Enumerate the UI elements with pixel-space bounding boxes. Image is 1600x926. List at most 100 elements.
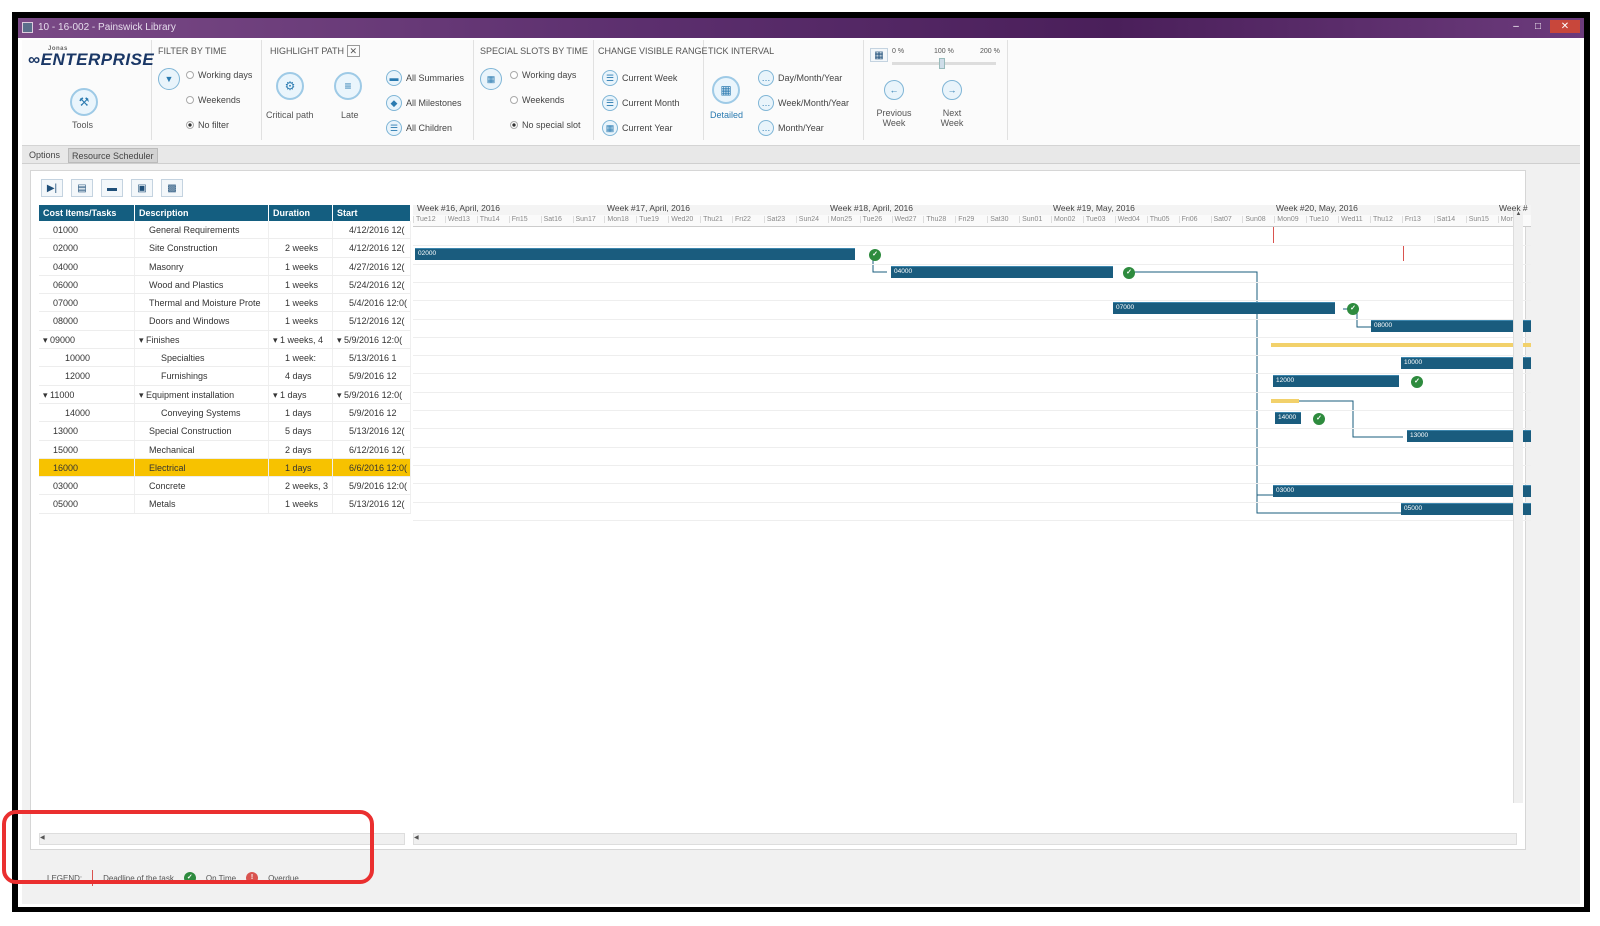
slot-working-days-radio[interactable]: Working days <box>510 70 576 80</box>
cell-id[interactable]: 04000 <box>39 257 135 275</box>
current-month-button[interactable]: ☰ Current Month <box>602 95 680 111</box>
image-export-icon[interactable]: ▣ <box>131 179 153 197</box>
cell-desc[interactable]: Site Construction <box>135 239 269 257</box>
special-slots-icon[interactable]: ▦ <box>480 68 502 90</box>
cell-desc[interactable]: Masonry <box>135 257 269 275</box>
expand-icon[interactable]: ▾ <box>139 390 146 400</box>
cell-start[interactable]: ▾ 5/9/2016 12:0( <box>333 330 411 349</box>
table-row[interactable]: 07000 Thermal and Moisture Prote 1 weeks 5/… <box>39 294 411 313</box>
column-header-description[interactable]: Description <box>135 205 269 221</box>
cell-dur[interactable]: 1 weeks <box>269 257 333 275</box>
next-week-icon[interactable]: → <box>942 80 962 100</box>
cell-dur[interactable] <box>269 221 333 239</box>
cell-desc[interactable]: Conveying Systems <box>135 403 269 422</box>
cell-desc[interactable]: Concrete <box>135 477 269 495</box>
cell-id[interactable]: 10000 <box>39 349 135 367</box>
gantt-bar-03000[interactable]: 03000 <box>1273 485 1531 497</box>
cell-dur[interactable]: 1 weeks <box>269 495 333 513</box>
gantt-horizontal-scrollbar[interactable]: ◀ <box>413 833 1517 845</box>
week-month-year-button[interactable]: … Week/Month/Year <box>758 95 849 111</box>
expand-icon[interactable]: ▾ <box>337 390 344 400</box>
cell-id[interactable]: 12000 <box>39 367 135 385</box>
table-row[interactable]: 15000 Mechanical 2 days 6/12/2016 12( <box>39 440 411 459</box>
all-summaries-button[interactable]: ▬ All Summaries <box>386 70 464 86</box>
table-row[interactable]: 14000 Conveying Systems 1 days 5/9/2016 12 <box>39 403 411 423</box>
cell-start[interactable]: ▾ 5/9/2016 12:0( <box>333 385 411 403</box>
cell-start[interactable]: 4/12/2016 12( <box>333 221 411 239</box>
table-row[interactable]: ▾ 11000 ▾ Equipment installation ▾ 1 days ▾… <box>39 385 411 404</box>
cell-start[interactable]: 5/4/2016 12:0( <box>333 294 411 312</box>
cell-id[interactable]: 03000 <box>39 477 135 495</box>
cell-desc[interactable]: Electrical <box>135 458 269 477</box>
cell-start[interactable]: 5/13/2016 12( <box>333 422 411 440</box>
cell-desc[interactable]: Doors and Windows <box>135 312 269 330</box>
all-milestones-button[interactable]: ◆ All Milestones <box>386 95 462 111</box>
cell-start[interactable]: 5/9/2016 12 <box>333 367 411 385</box>
cell-id[interactable]: 16000 <box>39 458 135 477</box>
slot-none-radio[interactable]: No special slot <box>510 120 581 130</box>
gantt-bar-04000[interactable]: 04000 <box>891 266 1113 278</box>
late-button[interactable]: Late <box>341 110 359 120</box>
critical-path-icon[interactable]: ⚙ <box>276 72 304 100</box>
gantt-bar-07000[interactable]: 07000 <box>1113 302 1335 314</box>
zoom-icon[interactable]: ▦ <box>870 48 888 62</box>
cell-dur[interactable]: 1 weeks <box>269 312 333 330</box>
table-row[interactable]: ▾ 09000 ▾ Finishes ▾ 1 weeks, 4 ▾ 5/9/2016 … <box>39 330 411 350</box>
cell-id[interactable]: ▾ 11000 <box>39 385 135 403</box>
gantt-bar-05000[interactable]: 05000 <box>1401 503 1531 515</box>
cell-desc[interactable]: Specialties <box>135 349 269 367</box>
column-header-start[interactable]: Start <box>333 205 411 221</box>
cell-desc[interactable]: Wood and Plastics <box>135 275 269 294</box>
cell-desc[interactable]: Special Construction <box>135 422 269 440</box>
cell-start[interactable]: 5/13/2016 1 <box>333 349 411 367</box>
slot-weekends-radio[interactable]: Weekends <box>510 95 564 105</box>
cell-dur[interactable]: 1 week: <box>269 349 333 367</box>
table-row[interactable]: 05000 Metals 1 weeks 5/13/2016 12( <box>39 495 411 514</box>
gantt-vertical-scrollbar[interactable]: ▲ <box>1513 211 1523 803</box>
close-button[interactable]: ✕ <box>1550 20 1580 33</box>
cell-id[interactable]: 08000 <box>39 312 135 330</box>
column-header-cost-items[interactable]: Cost Items/Tasks <box>39 205 135 221</box>
expand-icon[interactable]: ▾ <box>337 335 344 345</box>
tools-icon[interactable]: ⚒ <box>70 88 98 116</box>
filter-weekends-radio[interactable]: Weekends <box>186 95 240 105</box>
tab-resource-scheduler[interactable]: Resource Scheduler <box>68 148 158 163</box>
expand-icon[interactable]: ▾ <box>43 390 50 400</box>
cell-desc[interactable]: General Requirements <box>135 221 269 239</box>
summary-bar-09000[interactable] <box>1271 343 1531 347</box>
cell-dur[interactable]: ▾ 1 weeks, 4 <box>269 330 333 349</box>
gantt-bar-12000[interactable]: 12000 <box>1273 375 1399 387</box>
critical-path-button[interactable]: Critical path <box>266 110 314 120</box>
all-children-button[interactable]: ☰ All Children <box>386 120 452 136</box>
go-to-start-icon[interactable]: ▶| <box>41 179 63 197</box>
zoom-slider-thumb[interactable] <box>939 58 945 69</box>
cell-desc[interactable]: Furnishings <box>135 367 269 385</box>
filter-no-filter-radio[interactable]: No filter <box>186 120 229 130</box>
gantt-bar-10000[interactable]: 10000 <box>1401 357 1531 369</box>
cell-dur[interactable]: 2 weeks <box>269 239 333 257</box>
cell-desc[interactable]: Thermal and Moisture Prote <box>135 294 269 312</box>
column-header-duration[interactable]: Duration <box>269 205 333 221</box>
cell-id[interactable]: 02000 <box>39 239 135 257</box>
grid-view-icon[interactable]: ▬ <box>101 179 123 197</box>
cell-id[interactable]: 07000 <box>39 294 135 312</box>
detailed-button[interactable]: Detailed <box>710 110 743 120</box>
month-year-button[interactable]: … Month/Year <box>758 120 824 136</box>
cell-start[interactable]: 5/9/2016 12:0( <box>333 477 411 495</box>
expand-icon[interactable]: ▾ <box>43 335 50 345</box>
cell-start[interactable]: 5/9/2016 12 <box>333 403 411 422</box>
cell-dur[interactable]: 1 days <box>269 458 333 477</box>
cell-start[interactable]: 5/12/2016 12( <box>333 312 411 330</box>
current-year-button[interactable]: ▦ Current Year <box>602 120 673 136</box>
chart-view-icon[interactable]: ▤ <box>71 179 93 197</box>
table-row[interactable]: 12000 Furnishings 4 days 5/9/2016 12 <box>39 367 411 386</box>
previous-week-button[interactable]: Previous Week <box>870 108 918 128</box>
cell-dur[interactable]: ▾ 1 days <box>269 385 333 403</box>
cell-id[interactable]: 06000 <box>39 275 135 294</box>
table-row[interactable]: 01000 General Requirements 4/12/2016 12( <box>39 221 411 240</box>
cell-start[interactable]: 5/24/2016 12( <box>333 275 411 294</box>
cell-dur[interactable]: 4 days <box>269 367 333 385</box>
current-week-button[interactable]: ☰ Current Week <box>602 70 677 86</box>
tab-options[interactable]: Options <box>26 148 63 163</box>
filter-working-days-radio[interactable]: Working days <box>186 70 252 80</box>
